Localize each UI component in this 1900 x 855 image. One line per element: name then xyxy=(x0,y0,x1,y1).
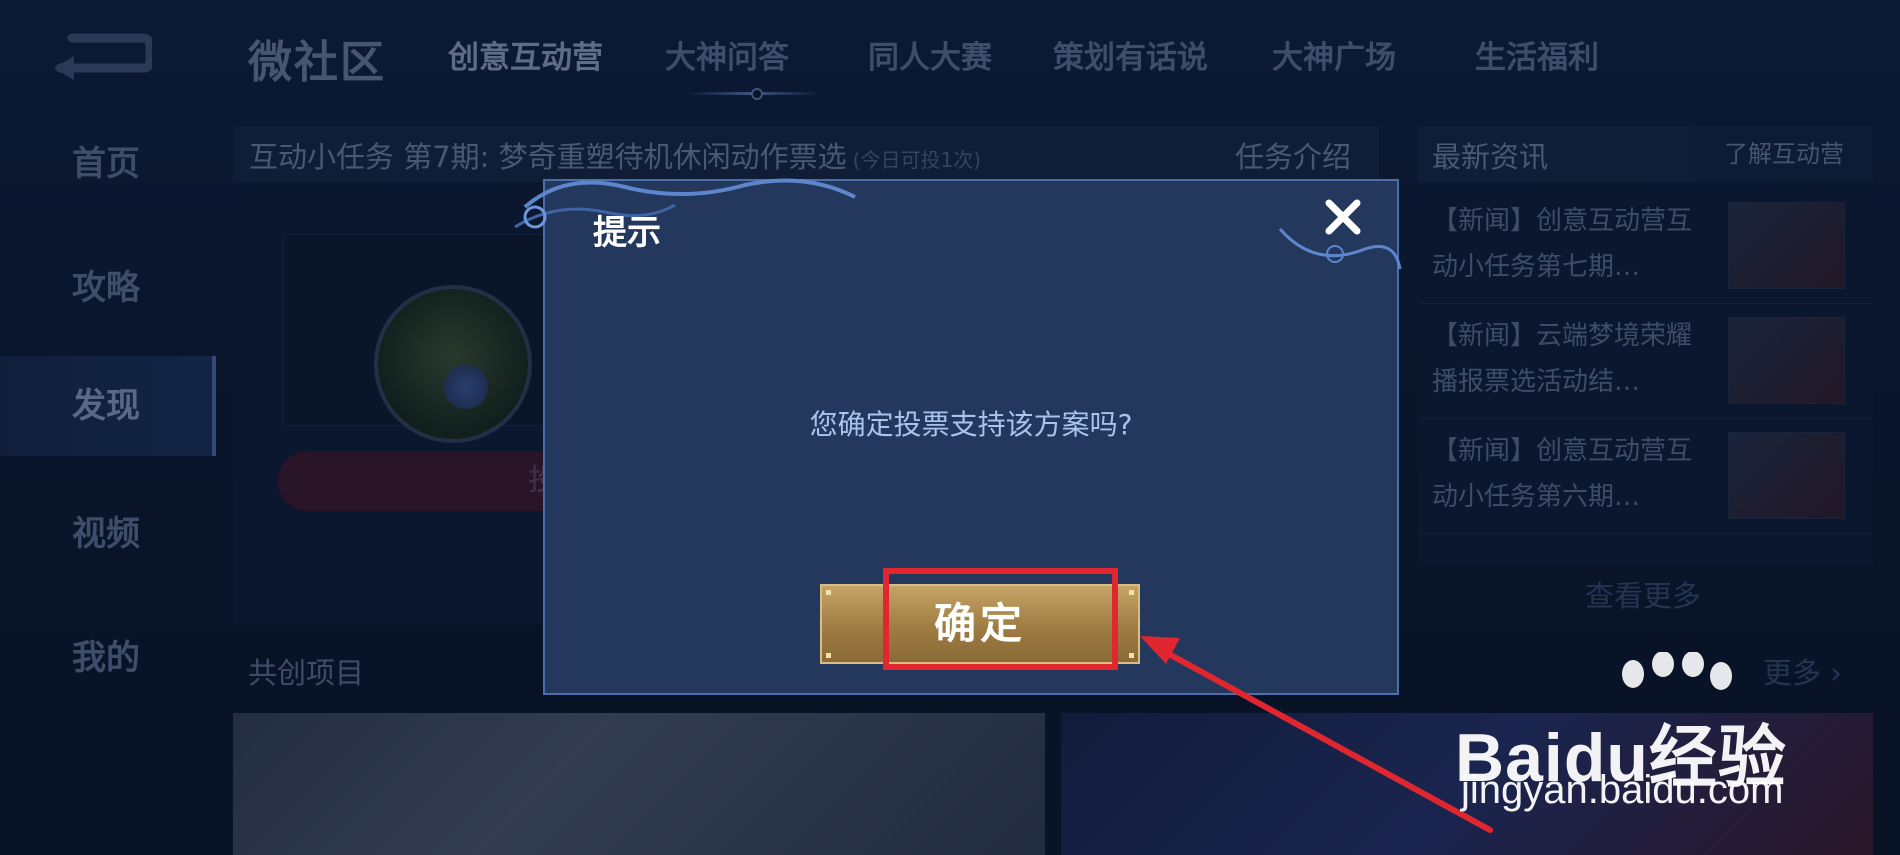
baidu-watermark: Baidu经验 jingyan.baidu.com xyxy=(1455,650,1885,850)
watermark-url: jingyan.baidu.com xyxy=(1461,768,1784,812)
